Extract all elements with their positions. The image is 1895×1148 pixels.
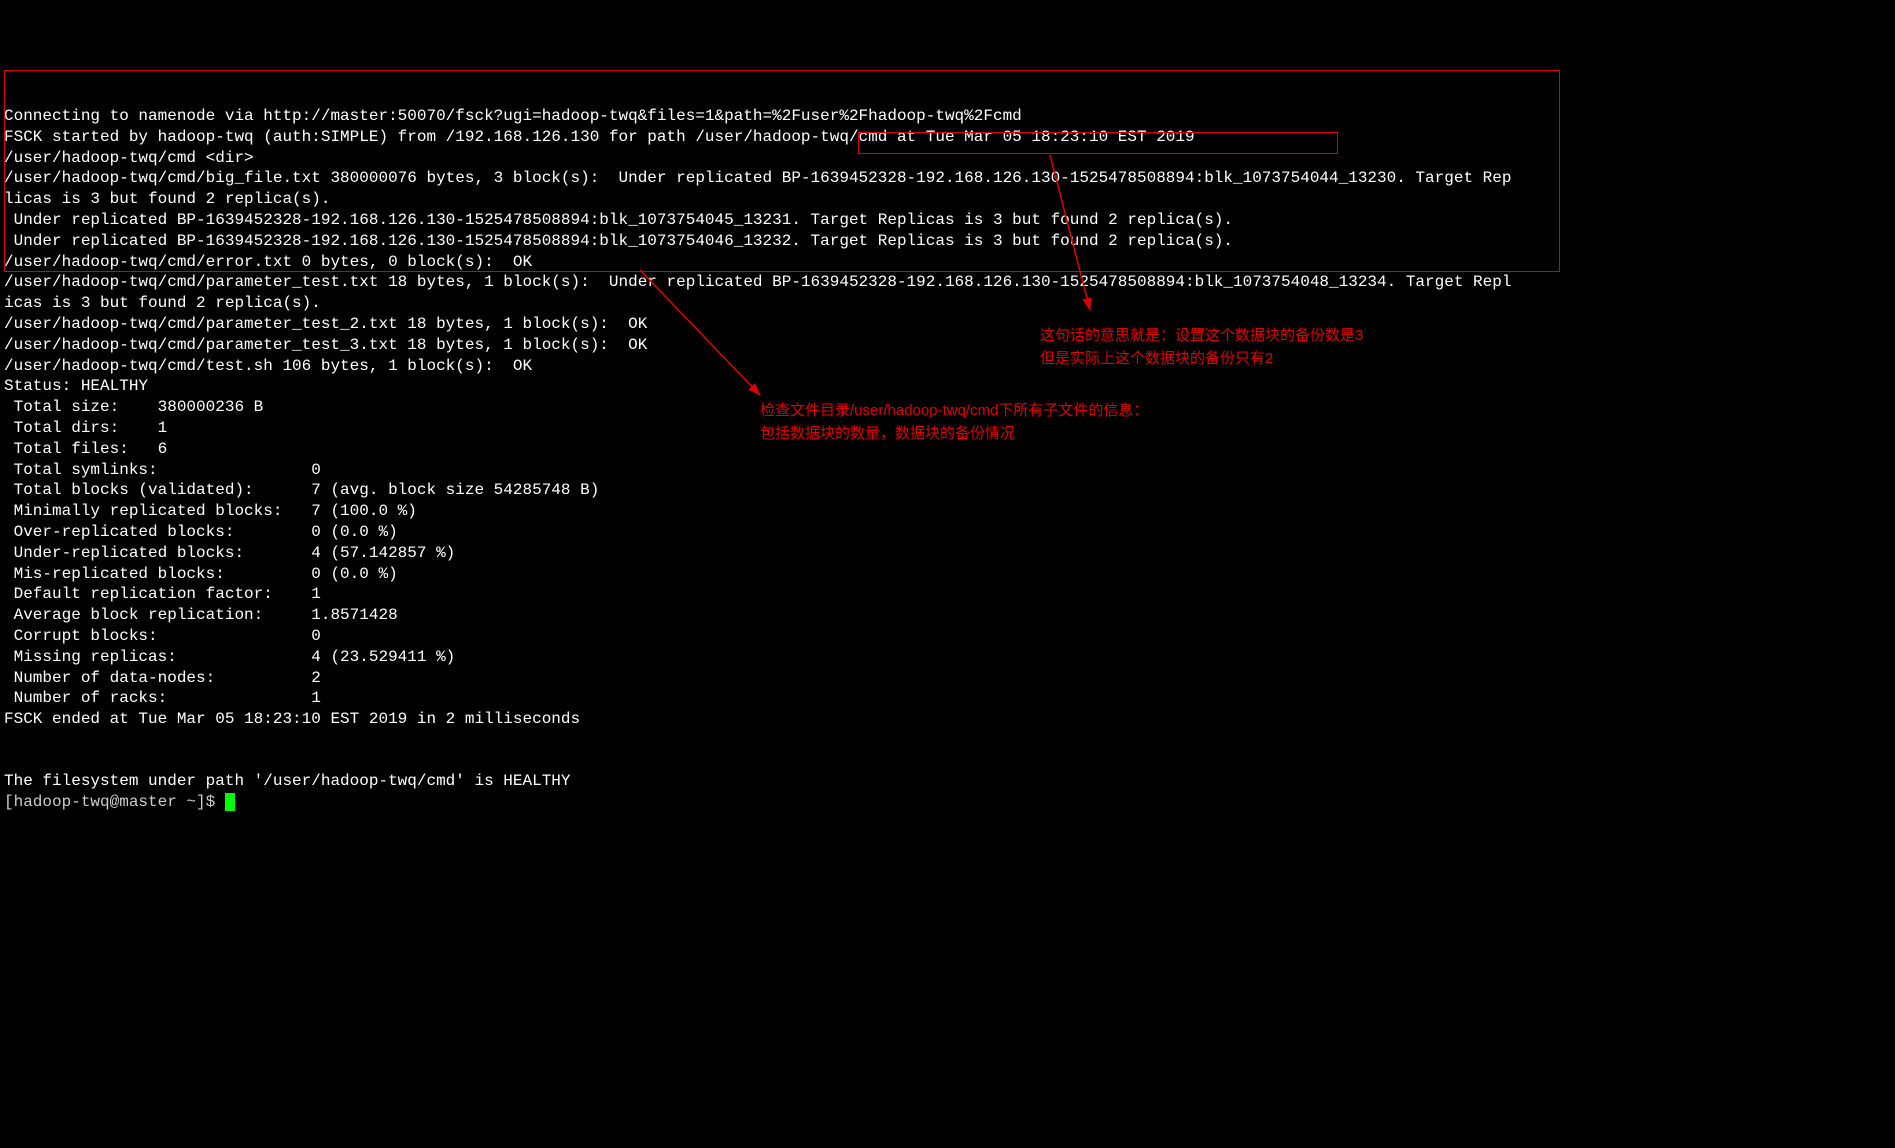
stat-default-replication: Default replication factor: 1 [4,585,321,603]
stat-total-dirs: Total dirs: 1 [4,419,167,437]
annotation-files: 检查文件目录/user/hadoop-twq/cmd下所有子文件的信息： 包括数… [760,400,1260,445]
cursor-icon [225,793,235,811]
stat-over-replicated: Over-replicated blocks: 0 (0.0 %) [4,523,398,541]
annotation-text: 包括数据块的数量，数据块的备份情况 [760,423,1260,446]
annotation-text: 检查文件目录/user/hadoop-twq/cmd下所有子文件的信息： [760,400,1260,423]
connect-line: Connecting to namenode via http://master… [4,107,1022,125]
stat-total-blocks: Total blocks (validated): 7 (avg. block … [4,481,599,499]
annotation-text: 这句话的意思就是：设置这个数据块的备份数是3 [1040,325,1540,348]
annotation-replicas: 这句话的意思就是：设置这个数据块的备份数是3 但是实际上这个数据块的备份只有2 [1040,325,1540,370]
stat-mis-replicated: Mis-replicated blocks: 0 (0.0 %) [4,565,398,583]
stat-missing-replicas: Missing replicas: 4 (23.529411 %) [4,648,455,666]
filesystem-healthy: The filesystem under path '/user/hadoop-… [4,772,571,790]
file-line: /user/hadoop-twq/cmd/big_file.txt 380000… [4,169,1511,187]
file-line: /user/hadoop-twq/cmd/test.sh 106 bytes, … [4,357,532,375]
file-line: licas is 3 but found 2 replica(s). [4,190,330,208]
fsck-start-line: FSCK started by hadoop-twq (auth:SIMPLE)… [4,128,1195,146]
file-line: Under replicated BP-1639452328-192.168.1… [4,211,1233,229]
stat-racks: Number of racks: 1 [4,689,321,707]
file-line: Under replicated BP-1639452328-192.168.1… [4,232,1233,250]
stat-corrupt-blocks: Corrupt blocks: 0 [4,627,321,645]
dir-line: /user/hadoop-twq/cmd <dir> [4,149,254,167]
stat-total-size: Total size: 380000236 B [4,398,263,416]
file-line: /user/hadoop-twq/cmd/error.txt 0 bytes, … [4,253,532,271]
terminal-output: Connecting to namenode via http://master… [0,83,1895,815]
stat-under-replicated: Under-replicated blocks: 4 (57.142857 %) [4,544,455,562]
file-line: /user/hadoop-twq/cmd/parameter_test_3.tx… [4,336,647,354]
file-line: /user/hadoop-twq/cmd/parameter_test.txt … [4,273,1511,291]
file-line: /user/hadoop-twq/cmd/parameter_test_2.tx… [4,315,647,333]
status-healthy: Status: HEALTHY [4,377,148,395]
shell-prompt[interactable]: [hadoop-twq@master ~]$ [4,793,225,811]
stat-total-symlinks: Total symlinks: 0 [4,461,321,479]
stat-data-nodes: Number of data-nodes: 2 [4,669,321,687]
annotation-text: 但是实际上这个数据块的备份只有2 [1040,348,1540,371]
file-line: icas is 3 but found 2 replica(s). [4,294,321,312]
stat-min-replicated: Minimally replicated blocks: 7 (100.0 %) [4,502,417,520]
fsck-ended: FSCK ended at Tue Mar 05 18:23:10 EST 20… [4,710,580,728]
stat-total-files: Total files: 6 [4,440,167,458]
stat-avg-replication: Average block replication: 1.8571428 [4,606,398,624]
